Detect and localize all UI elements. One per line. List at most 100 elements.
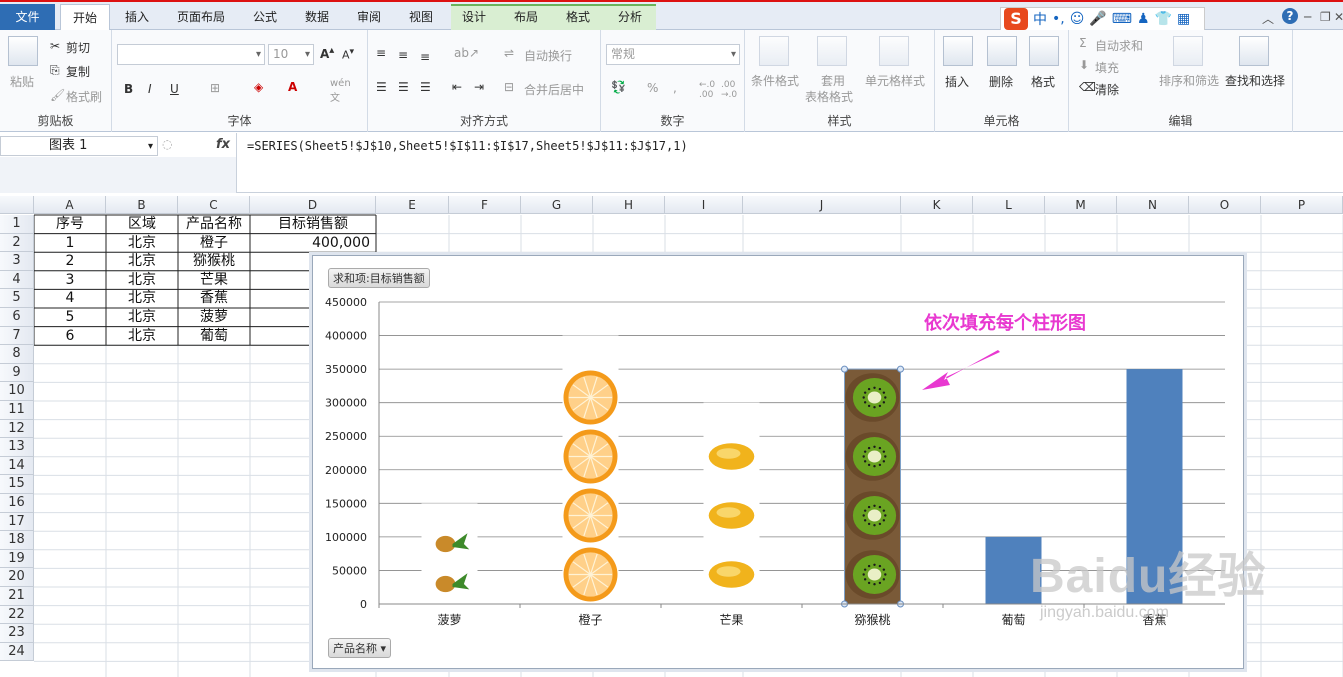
column-header-j[interactable]: J [743, 196, 901, 214]
cell-styles-button[interactable]: 单元格样式 [865, 72, 925, 89]
column-header-f[interactable]: F [449, 196, 521, 214]
row-header-13[interactable]: 13 [0, 438, 34, 457]
table-header-cell[interactable]: 序号 [34, 215, 106, 234]
table-cell[interactable]: 北京 [106, 271, 178, 290]
table-cell[interactable]: 北京 [106, 234, 178, 253]
column-header-o[interactable]: O [1189, 196, 1261, 214]
row-header-16[interactable]: 16 [0, 494, 34, 513]
find-select-button[interactable]: 查找和选择 [1225, 72, 1285, 89]
insert-cells-icon[interactable] [943, 36, 973, 66]
ime-toolbar[interactable]: S 中 •, ☺ 🎤 ⌨ ♟ 👕 ▦ [1000, 7, 1205, 31]
column-header-h[interactable]: H [593, 196, 665, 214]
tab-home[interactable]: 开始 [60, 4, 110, 31]
tab-analyze[interactable]: 分析 [609, 4, 651, 30]
row-header-14[interactable]: 14 [0, 456, 34, 476]
format-painter-icon[interactable]: 🖌 [50, 88, 65, 102]
row-header-23[interactable]: 23 [0, 624, 34, 643]
table-cell[interactable]: 1 [34, 234, 106, 253]
align-top-icon[interactable]: ≡ [376, 46, 386, 60]
cut-button[interactable]: 剪切 [66, 39, 90, 56]
window-close-icon[interactable]: ✕ [1334, 10, 1343, 24]
column-header-a[interactable]: A [34, 196, 106, 214]
row-header-21[interactable]: 21 [0, 587, 34, 606]
font-color-icon[interactable]: A [288, 80, 297, 94]
table-cell[interactable]: 猕猴桃 [178, 252, 250, 271]
shrink-font-icon[interactable]: A▾ [342, 46, 354, 62]
format-painter-button[interactable]: 格式刷 [66, 88, 102, 105]
tab-review[interactable]: 审阅 [348, 4, 390, 30]
tab-format[interactable]: 格式 [557, 4, 599, 30]
row-header-5[interactable]: 5 [0, 289, 34, 308]
table-header-cell[interactable]: 产品名称 [178, 215, 250, 234]
underline-icon[interactable]: U [170, 82, 179, 96]
wrap-text-button[interactable]: 自动换行 [524, 47, 572, 64]
column-header-c[interactable]: C [178, 196, 250, 214]
copy-button[interactable]: 复制 [66, 63, 90, 80]
row-header-19[interactable]: 19 [0, 549, 34, 569]
column-header-n[interactable]: N [1117, 196, 1189, 214]
clear-button[interactable]: 清除 [1095, 81, 1119, 98]
row-header-10[interactable]: 10 [0, 382, 34, 401]
row-header-15[interactable]: 15 [0, 475, 34, 494]
decrease-decimal-icon[interactable]: .00 →.0 [721, 80, 737, 100]
format-as-table-icon[interactable] [817, 36, 847, 66]
selection-handle[interactable] [897, 365, 904, 373]
table-cell[interactable]: 葡萄 [178, 327, 250, 346]
insert-function-icon[interactable]: fx [216, 137, 230, 152]
fill-color-icon[interactable]: ◈ [254, 80, 263, 94]
table-cell[interactable]: 北京 [106, 308, 178, 327]
font-size-combo[interactable]: 10 [268, 44, 314, 65]
table-cell[interactable]: 香蕉 [178, 289, 250, 308]
row-header-7[interactable]: 7 [0, 326, 34, 346]
emoji-icon[interactable]: ☺ [1070, 11, 1085, 27]
row-header-1[interactable]: 1 [0, 215, 34, 234]
table-cell[interactable]: 5 [34, 308, 106, 327]
formula-bar-expand-icon[interactable]: ◌ [162, 137, 172, 151]
punctuation-icon[interactable]: •, [1052, 11, 1065, 27]
table-cell[interactable]: 400,000 [250, 234, 376, 253]
sort-filter-icon[interactable] [1173, 36, 1203, 66]
column-header-d[interactable]: D [250, 196, 376, 214]
row-header-8[interactable]: 8 [0, 345, 34, 364]
column-header-g[interactable]: G [521, 196, 593, 214]
phonetic-icon[interactable]: wén 文 [330, 78, 351, 104]
align-center-icon[interactable]: ☰ [398, 80, 409, 94]
ribbon-minimize-icon[interactable]: ︿ [1262, 10, 1274, 27]
grow-font-icon[interactable]: A▴ [320, 45, 334, 61]
ime-lang-indicator[interactable]: 中 [1033, 9, 1047, 29]
table-cell[interactable]: 橙子 [178, 234, 250, 253]
autosum-icon[interactable]: Σ [1079, 36, 1087, 50]
row-header-2[interactable]: 2 [0, 233, 34, 253]
number-format-combo[interactable]: 常规 [606, 44, 740, 65]
tab-design[interactable]: 设计 [453, 4, 495, 30]
window-restore-icon[interactable]: ❐ [1320, 10, 1331, 24]
insert-cells-button[interactable]: 插入 [945, 73, 969, 90]
table-cell[interactable]: 芒果 [178, 271, 250, 290]
align-bottom-icon[interactable]: ≡ [420, 50, 430, 64]
table-cell[interactable]: 北京 [106, 327, 178, 346]
paste-button[interactable]: 粘贴 [10, 73, 34, 90]
row-header-18[interactable]: 18 [0, 531, 34, 550]
scissors-icon[interactable]: ✂ [50, 39, 60, 53]
column-header-i[interactable]: I [665, 196, 743, 214]
table-cell[interactable]: 4 [34, 289, 106, 308]
bold-icon[interactable]: B [124, 82, 133, 96]
skin-shirt-icon[interactable]: 👕 [1155, 11, 1172, 27]
table-cell[interactable]: 6 [34, 327, 106, 346]
wrap-text-icon[interactable]: ⇌ [504, 46, 514, 60]
table-cell[interactable]: 3 [34, 271, 106, 290]
table-cell[interactable]: 北京 [106, 252, 178, 271]
currency-icon[interactable]: 💱 [611, 80, 626, 94]
table-cell[interactable]: 2 [34, 252, 106, 271]
orientation-icon[interactable]: ab↗ [454, 46, 479, 60]
select-all-corner[interactable] [0, 196, 34, 214]
conditional-format-icon[interactable] [759, 36, 789, 66]
table-cell[interactable]: 菠萝 [178, 308, 250, 327]
value-field-button[interactable]: 求和项:目标销售额 [328, 268, 430, 288]
align-left-icon[interactable]: ☰ [376, 80, 387, 94]
row-header-9[interactable]: 9 [0, 363, 34, 383]
column-header-p[interactable]: P [1261, 196, 1343, 214]
paste-icon[interactable] [8, 36, 38, 66]
percent-icon[interactable]: % [647, 81, 658, 95]
column-header-e[interactable]: E [376, 196, 449, 214]
